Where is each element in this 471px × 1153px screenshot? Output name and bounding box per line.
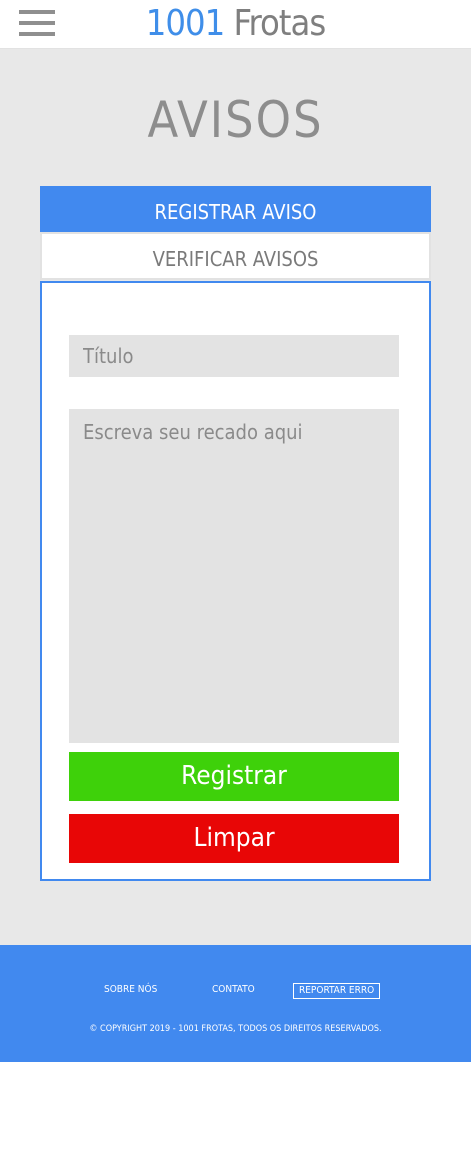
- notice-form: Registrar Limpar: [40, 281, 431, 881]
- main-content: AVISOS REGISTRAR AVISO VERIFICAR AVISOS …: [0, 49, 471, 945]
- logo-number: 1001: [145, 3, 225, 44]
- tab-register-notice[interactable]: REGISTRAR AVISO: [40, 186, 431, 232]
- about-link[interactable]: SOBRE NÓS: [104, 982, 157, 998]
- clear-button[interactable]: Limpar: [69, 814, 399, 863]
- copyright-text: © COPYRIGHT 2019 - 1001 FROTAS, TODOS OS…: [89, 1024, 382, 1034]
- brand-logo[interactable]: 1001 Frotas: [0, 2, 471, 46]
- top-bar: 1001 Frotas: [0, 0, 471, 49]
- title-input[interactable]: [69, 335, 399, 377]
- register-button[interactable]: Registrar: [69, 752, 399, 801]
- footer-links: SOBRE NÓS CONTATO REPORTAR ERRO: [0, 982, 471, 1002]
- logo-name: Frotas: [233, 3, 326, 44]
- page-title: AVISOS: [147, 91, 324, 149]
- site-footer: SOBRE NÓS CONTATO REPORTAR ERRO © COPYRI…: [0, 945, 471, 1062]
- message-textarea[interactable]: [69, 409, 399, 743]
- contact-link[interactable]: CONTATO: [212, 982, 255, 998]
- report-error-button[interactable]: REPORTAR ERRO: [293, 983, 381, 999]
- tab-check-notices[interactable]: VERIFICAR AVISOS: [40, 232, 431, 280]
